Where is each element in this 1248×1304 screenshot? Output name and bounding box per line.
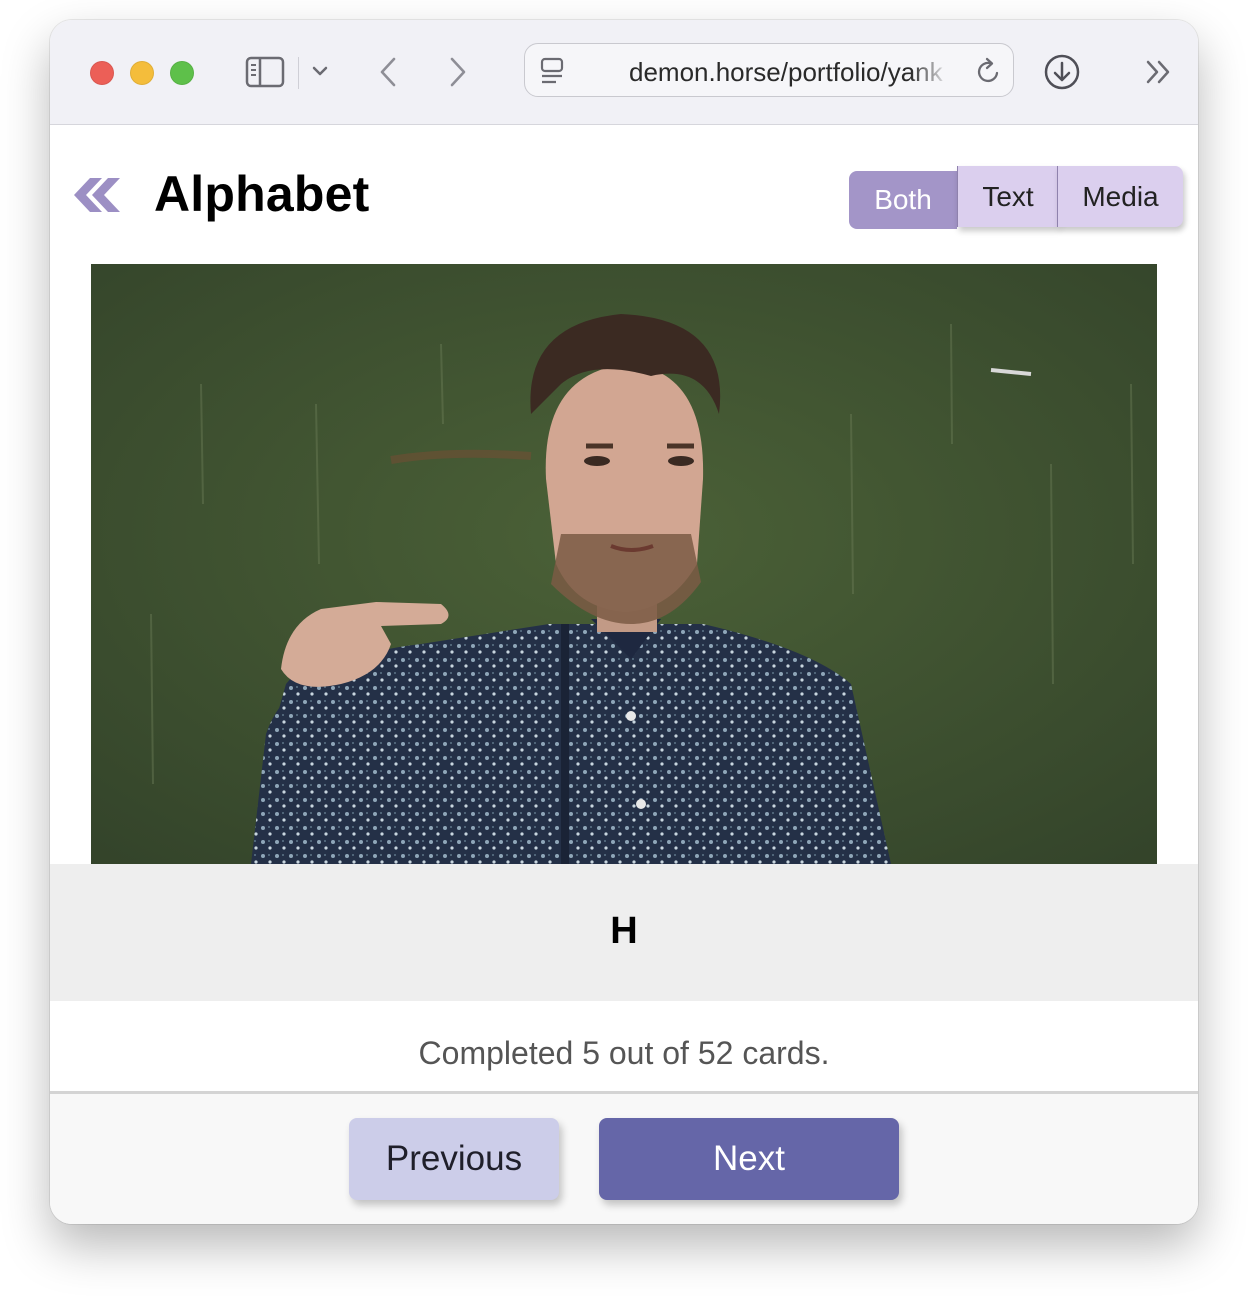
back-icon[interactable] — [376, 56, 400, 88]
previous-button[interactable]: Previous — [349, 1118, 559, 1200]
answer-text: H — [610, 910, 638, 952]
url-text[interactable]: demon.horse/portfolio/yank — [629, 57, 949, 87]
reload-icon[interactable] — [975, 56, 1003, 86]
sign-video[interactable] — [91, 264, 1157, 864]
close-window-button[interactable] — [90, 61, 114, 85]
view-toggle-both[interactable]: Both — [849, 171, 957, 229]
next-button[interactable]: Next — [599, 1118, 899, 1200]
answer-panel: H — [50, 864, 1198, 1001]
page-content: Alphabet Both Text Media H Completed 5 o… — [50, 125, 1198, 1224]
progress-text: Completed 5 out of 52 cards. — [418, 1035, 830, 1071]
toolbar-divider — [298, 57, 299, 89]
sidebar-icon[interactable] — [245, 56, 285, 88]
zoom-window-button[interactable] — [170, 61, 194, 85]
minimize-window-button[interactable] — [130, 61, 154, 85]
view-toggle-text[interactable]: Text — [957, 166, 1058, 227]
more-icon[interactable] — [1144, 58, 1174, 86]
browser-toolbar: demon.horse/portfolio/yank — [50, 20, 1198, 125]
browser-window: demon.horse/portfolio/yank Alphabet Both… — [50, 20, 1198, 1224]
forward-icon[interactable] — [446, 56, 470, 88]
page-menu-icon[interactable] — [539, 57, 565, 85]
download-icon[interactable] — [1043, 53, 1081, 91]
address-bar[interactable]: demon.horse/portfolio/yank — [524, 43, 1014, 97]
page-title: Alphabet — [154, 166, 370, 222]
chevron-down-icon[interactable] — [312, 64, 328, 78]
double-chevron-left-icon[interactable] — [68, 175, 124, 215]
view-toggle-media[interactable]: Media — [1057, 166, 1183, 227]
footer-bar: Previous Next — [50, 1091, 1198, 1224]
